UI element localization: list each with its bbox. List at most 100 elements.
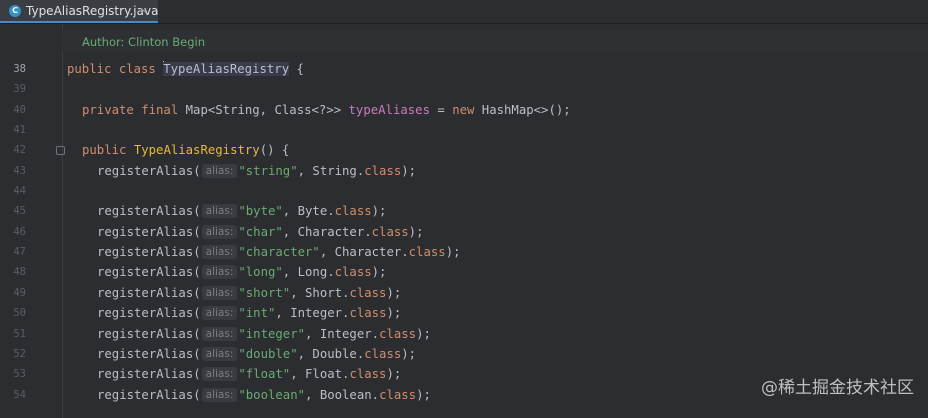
parameter-hint: alias: [201, 388, 238, 402]
code-line-51: registerAlias(alias: "integer", Integer.c… [97, 324, 431, 344]
code-token: ); [386, 367, 402, 381]
keyword: class [379, 327, 417, 341]
string-literal: "string" [238, 164, 298, 178]
string-literal: "long" [238, 265, 283, 279]
line-number: 41 [13, 124, 26, 136]
code-token: HashMap<>(); [474, 103, 571, 117]
code-token: ); [416, 327, 431, 341]
code-token: , Boolean. [305, 388, 380, 402]
keyword: class [349, 306, 387, 320]
keyword: class [371, 225, 409, 239]
code-token: , Byte. [282, 204, 335, 218]
string-literal: "int" [238, 306, 276, 320]
line-number: 48 [13, 266, 26, 278]
code-line-45: registerAlias(alias: "byte", Byte.class); [97, 201, 386, 221]
keyword: class [408, 245, 446, 259]
parameter-hint: alias: [201, 204, 238, 218]
code-line-47: registerAlias(alias: "character", Charact… [97, 242, 461, 262]
line-number: 44 [13, 185, 26, 197]
method-call: registerAlias( [97, 367, 201, 381]
line-number: 38 [13, 63, 26, 75]
string-literal: "short" [238, 286, 291, 300]
string-literal: "byte" [238, 204, 283, 218]
line-number: 52 [13, 348, 26, 360]
tab-typealiasregistry[interactable]: C TypeAliasRegistry.java × [0, 0, 158, 23]
code-token: , Long. [282, 265, 335, 279]
line-number: 45 [13, 205, 26, 217]
code-token: , Integer. [305, 327, 380, 341]
keyword: class [334, 204, 372, 218]
line-number: 46 [13, 226, 26, 238]
keyword: class [364, 164, 402, 178]
keyword: class [334, 265, 372, 279]
line-number: 54 [13, 389, 26, 401]
class-name: TypeAliasRegistry [163, 62, 290, 76]
parameter-hint: alias: [201, 327, 238, 341]
keyword: class [379, 388, 417, 402]
line-number: 42 [13, 144, 26, 156]
code-line-46: registerAlias(alias: "char", Character.cl… [97, 222, 423, 242]
code-token: ); [416, 388, 431, 402]
line-number: 49 [13, 287, 26, 299]
code-line-40: private final Map<String, Class<?>> type… [82, 100, 571, 120]
method-call: registerAlias( [97, 347, 201, 361]
parameter-hint: alias: [201, 306, 238, 320]
parameter-hint: alias: [201, 286, 238, 300]
parameter-hint: alias: [201, 347, 238, 361]
code-line-52: registerAlias(alias: "double", Double.cla… [97, 344, 416, 364]
line-number: 40 [13, 104, 26, 116]
parameter-hint: alias: [201, 367, 238, 381]
method-call: registerAlias( [97, 306, 201, 320]
line-number: 39 [13, 83, 26, 95]
code-token: ); [401, 164, 417, 178]
code-token: ); [445, 245, 461, 259]
method-call: registerAlias( [97, 204, 201, 218]
code-token: , Float. [290, 367, 350, 381]
close-icon[interactable]: × [139, 4, 148, 18]
parameter-hint: alias: [201, 164, 238, 178]
code-token: ); [371, 265, 387, 279]
parameter-hint: alias: [201, 245, 238, 259]
field-name: typeAliases [348, 103, 430, 117]
string-literal: "integer" [238, 327, 306, 341]
fold-icon[interactable] [56, 146, 65, 155]
string-literal: "char" [238, 225, 283, 239]
code-token: Map<String, Class<?>> [178, 103, 349, 117]
keyword: private final [82, 103, 179, 117]
java-class-icon: C [9, 5, 21, 17]
string-literal: "float" [238, 367, 291, 381]
line-number: 51 [13, 328, 26, 340]
code-token: ); [401, 347, 417, 361]
code-token: ); [386, 306, 402, 320]
code-token: , Short. [290, 286, 350, 300]
code-line-48: registerAlias(alias: "long", Long.class); [97, 262, 386, 282]
keyword: class [349, 367, 387, 381]
constructor-name: TypeAliasRegistry [133, 143, 260, 157]
method-call: registerAlias( [97, 327, 201, 341]
code-token: ); [408, 225, 424, 239]
method-call: registerAlias( [97, 245, 201, 259]
code-token: , Integer. [275, 306, 350, 320]
code-token: ); [386, 286, 402, 300]
keyword: new [452, 103, 475, 117]
line-number: 50 [13, 307, 26, 319]
method-call: registerAlias( [97, 286, 201, 300]
code-line-50: registerAlias(alias: "int", Integer.class… [97, 303, 401, 323]
code-token: () { [259, 143, 290, 157]
line-number: 47 [13, 246, 26, 258]
code-line-38: public class TypeAliasRegistry { [67, 59, 304, 79]
code-token: , Double. [297, 347, 365, 361]
code-line-54: registerAlias(alias: "boolean", Boolean.c… [97, 385, 431, 405]
code-token: , Character. [319, 245, 409, 259]
string-literal: "boolean" [238, 388, 306, 402]
javadoc-author: Author: Clinton Begin [82, 35, 205, 49]
parameter-hint: alias: [201, 225, 238, 239]
code-token: , String. [297, 164, 365, 178]
method-call: registerAlias( [97, 164, 201, 178]
code-token: { [289, 62, 304, 76]
code-line-43: registerAlias(alias: "string", String.cla… [97, 161, 416, 181]
method-call: registerAlias( [97, 388, 201, 402]
method-call: registerAlias( [97, 225, 201, 239]
code-token: , Character. [282, 225, 372, 239]
code-line-49: registerAlias(alias: "short", Short.class… [97, 283, 401, 303]
